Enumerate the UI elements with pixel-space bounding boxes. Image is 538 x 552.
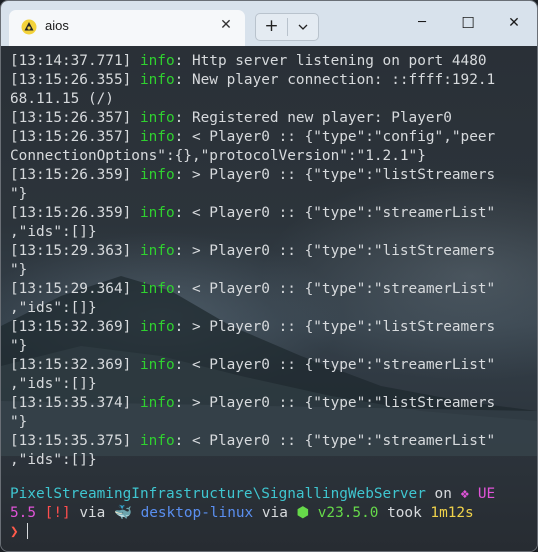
log-timestamp: [13:15:32.369] <box>10 319 132 335</box>
terminal-window: aios ✕ + ─ ☐ ✕ [13:14:37.771] info: Http… <box>0 0 538 552</box>
tab-title: aios <box>45 18 69 33</box>
docker-icon: 🐳 <box>113 505 132 521</box>
tab-close-icon[interactable]: ✕ <box>217 15 235 35</box>
log-output: [13:14:37.771] info: Http server listeni… <box>10 52 530 470</box>
log-line: [13:14:37.771] info: Http server listeni… <box>10 53 487 69</box>
new-tab-button[interactable]: + <box>256 14 287 40</box>
log-level: info <box>131 72 175 88</box>
log-line: [13:15:29.363] info: > Player0 :: {"type… <box>10 243 495 278</box>
log-line: [13:15:32.369] info: > Player0 :: {"type… <box>10 319 495 354</box>
prompt-arrow: ❯ <box>10 524 19 540</box>
tab-aios[interactable]: aios ✕ <box>9 10 245 46</box>
prompt-took: took <box>378 505 431 521</box>
log-level: info <box>131 433 175 449</box>
log-line: [13:15:29.364] info: < Player0 :: {"type… <box>10 281 495 316</box>
log-line: [13:15:26.355] info: New player connecti… <box>10 72 495 107</box>
log-timestamp: [13:15:26.357] <box>10 110 132 126</box>
log-level: info <box>131 129 175 145</box>
prompt-path: PixelStreamingInfrastructure\SignallingW… <box>10 486 426 502</box>
log-timestamp: [13:15:35.374] <box>10 395 132 411</box>
log-line: [13:15:26.357] info: Registered new play… <box>10 110 452 126</box>
prompt-on: on <box>425 486 461 502</box>
log-message: : Http server listening on port 4480 <box>174 53 487 69</box>
log-level: info <box>131 357 175 373</box>
prompt-via-2: via <box>253 505 297 521</box>
new-tab-group: + <box>255 13 319 41</box>
node-icon: ⬢ <box>296 505 310 521</box>
log-level: info <box>131 110 175 126</box>
log-level: info <box>131 167 175 183</box>
title-bar: aios ✕ + ─ ☐ ✕ <box>1 1 537 46</box>
prompt-node-version: v23.5.0 <box>309 505 379 521</box>
log-level: info <box>131 243 175 259</box>
log-timestamp: [13:15:26.359] <box>10 205 132 221</box>
log-timestamp: [13:15:29.363] <box>10 243 132 259</box>
log-line: [13:15:26.359] info: < Player0 :: {"type… <box>10 205 495 240</box>
tab-app-icon <box>21 19 37 35</box>
log-message: : Registered new player: Player0 <box>174 110 452 126</box>
terminal-output[interactable]: [13:14:37.771] info: Http server listeni… <box>1 46 537 551</box>
log-timestamp: [13:15:32.369] <box>10 357 132 373</box>
minimize-button[interactable]: ─ <box>399 10 445 36</box>
prompt-status: [!] <box>44 505 71 521</box>
maximize-button[interactable]: ☐ <box>445 10 491 36</box>
log-timestamp: [13:15:29.364] <box>10 281 132 297</box>
prompt-duration: 1m12s <box>430 505 474 521</box>
log-line: [13:15:35.375] info: < Player0 :: {"type… <box>10 433 495 468</box>
chevron-down-icon <box>298 24 308 30</box>
log-timestamp: [13:15:35.375] <box>10 433 132 449</box>
close-button[interactable]: ✕ <box>491 10 537 36</box>
log-line: [13:15:26.359] info: > Player0 :: {"type… <box>10 167 495 202</box>
prompt-via-1: via <box>70 505 114 521</box>
log-level: info <box>131 53 175 69</box>
log-timestamp: [13:15:26.359] <box>10 167 132 183</box>
log-level: info <box>131 205 175 221</box>
log-level: info <box>131 319 175 335</box>
log-line: [13:15:32.369] info: < Player0 :: {"type… <box>10 357 495 392</box>
log-timestamp: [13:15:26.355] <box>10 72 132 88</box>
log-line: [13:15:35.374] info: > Player0 :: {"type… <box>10 395 495 430</box>
log-line: [13:15:26.357] info: < Player0 :: {"type… <box>10 129 495 164</box>
text-cursor <box>27 523 29 539</box>
shell-prompt[interactable]: PixelStreamingInfrastructure\SignallingW… <box>10 485 530 542</box>
log-timestamp: [13:14:37.771] <box>10 53 132 69</box>
log-level: info <box>131 281 175 297</box>
log-level: info <box>131 395 175 411</box>
ue-icon: ❖ <box>460 486 470 502</box>
prompt-docker-context: desktop-linux <box>131 505 254 521</box>
tab-dropdown-button[interactable] <box>288 14 318 40</box>
log-timestamp: [13:15:26.357] <box>10 129 132 145</box>
